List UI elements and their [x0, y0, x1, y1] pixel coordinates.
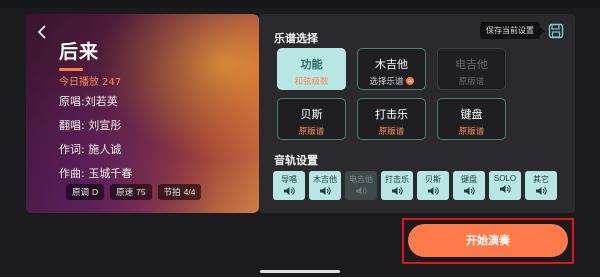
track-guide-vocal[interactable]: 导唱: [273, 171, 305, 200]
original-singer: 原唱:刘若英: [59, 95, 118, 108]
score-option-function[interactable]: 功能 和弦级数: [277, 48, 346, 90]
plays-label: 今日播放: [59, 77, 99, 88]
speaker-icon: [464, 187, 475, 195]
track-keyboard[interactable]: 键盘: [453, 171, 485, 200]
home-indicator: [260, 270, 340, 273]
save-tooltip: 保存当前设置: [480, 22, 545, 39]
speaker-icon: [536, 187, 547, 195]
score-option-percussion[interactable]: 打击乐 原版谱: [357, 98, 426, 140]
speaker-icon: [284, 187, 295, 195]
score-option-acoustic-guitar[interactable]: 木吉他 选择乐谱: [357, 48, 426, 90]
title-underline: [59, 68, 83, 71]
cover-singer: 翻唱: 刘宣彤: [59, 119, 122, 132]
dropdown-circle-icon: [405, 77, 414, 85]
score-section-title: 乐谱选择: [274, 32, 318, 45]
composer: 作曲: 玉城千春: [59, 167, 133, 180]
key-chip: 原调 D: [66, 184, 105, 200]
chevron-left-icon[interactable]: [34, 24, 50, 40]
score-option-electric-guitar[interactable]: 电吉他 原版谱: [437, 48, 506, 90]
tempo-chip: 原速 75: [110, 184, 152, 200]
song-title: 后来: [59, 41, 100, 63]
save-icon[interactable]: [548, 23, 564, 39]
song-meta-chips: 原调 D 原速 75 节拍 4/4: [66, 184, 202, 200]
top-bar: [0, 0, 600, 8]
speaker-icon: [500, 185, 511, 193]
track-solo[interactable]: SOLO: [489, 171, 521, 200]
score-option-keyboard[interactable]: 键盘 原版谱: [437, 98, 506, 140]
start-play-button[interactable]: 开始演奏: [408, 224, 568, 257]
score-option-bass[interactable]: 贝斯 原版谱: [277, 98, 346, 140]
plays-count: 247: [102, 77, 122, 88]
track-list: 导唱 木吉他 电吉他 打击乐 贝斯 键盘 SOLO 其它: [273, 171, 557, 200]
speaker-icon: [356, 187, 367, 195]
track-electric-guitar[interactable]: 电吉他: [345, 171, 377, 200]
track-section-title: 音轨设置: [274, 154, 318, 167]
track-percussion[interactable]: 打击乐: [381, 171, 413, 200]
plays-today: 今日播放 247: [59, 73, 124, 88]
song-card: 后来 今日播放 247 原唱:刘若英 翻唱: 刘宣彤 作词: 施人诚 作曲: 玉城…: [26, 14, 259, 213]
speaker-icon: [428, 187, 439, 195]
track-bass[interactable]: 贝斯: [417, 171, 449, 200]
track-acoustic-guitar[interactable]: 木吉他: [309, 171, 341, 200]
time-signature-chip: 节拍 4/4: [157, 184, 202, 200]
speaker-icon: [320, 187, 331, 195]
speaker-icon: [392, 187, 403, 195]
lyricist: 作词: 施人诚: [59, 143, 122, 156]
track-other[interactable]: 其它: [525, 171, 557, 200]
